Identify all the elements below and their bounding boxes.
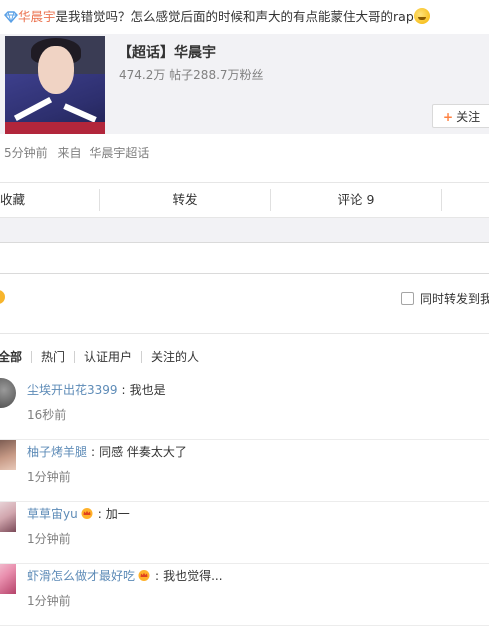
post-body-text: 是我错觉吗？怎么感觉后面的时候和声大的有点能蒙住大哥的rap xyxy=(55,9,414,24)
avatar[interactable] xyxy=(0,440,16,470)
comment-text: 加一 xyxy=(105,507,130,521)
comment-time: 1分钟前 xyxy=(27,470,71,484)
post-time: 5分钟前 xyxy=(4,146,48,160)
comment-item: 柚子烤羊腿: 同感 伴奏太大了 1分钟前 xyxy=(0,440,489,502)
member-crown-icon xyxy=(138,570,150,581)
avatar[interactable] xyxy=(0,502,16,532)
weibo-post-page: 华晨宇是我错觉吗？怎么感觉后面的时候和声大的有点能蒙住大哥的rap 【超话】华晨… xyxy=(0,0,489,628)
forward-option[interactable]: 同时转发到我 xyxy=(401,290,489,307)
comment-text: 我也是 xyxy=(129,383,166,397)
member-crown-icon xyxy=(81,508,93,519)
comment-time: 1分钟前 xyxy=(27,594,71,608)
comment-username[interactable]: 柚子烤羊腿 xyxy=(27,445,87,459)
post-meta: 5分钟前 来自 华晨宇超话 xyxy=(4,144,149,161)
comment-text: 同感 伴奏太大了 xyxy=(99,445,187,459)
post-author-link[interactable]: 华晨宇 xyxy=(18,9,56,24)
filter-all[interactable]: 全部 xyxy=(0,348,22,365)
comment-filter-tabs: 全部 热门 认证用户 关注的人 xyxy=(0,348,199,365)
comment-time: 16秒前 xyxy=(27,408,67,422)
comment-username[interactable]: 草草宙yu xyxy=(27,507,78,521)
super-topic-diamond-icon xyxy=(4,11,18,23)
repost-button[interactable]: 转发 xyxy=(100,183,270,217)
section-spacer xyxy=(0,218,489,242)
post-action-bar: 收藏 转发 评论 9 xyxy=(0,182,489,218)
topic-cover-image[interactable] xyxy=(5,36,105,134)
comment-text: 我也觉得... xyxy=(163,569,223,583)
post-text-line: 华晨宇是我错觉吗？怎么感觉后面的时候和声大的有点能蒙住大哥的rap xyxy=(4,6,430,28)
comment-time: 1分钟前 xyxy=(27,532,71,546)
comment-input[interactable] xyxy=(0,242,489,274)
comment-username[interactable]: 虾滑怎么做才最好吃 xyxy=(27,569,135,583)
topic-stats: 474.2万 帖子288.7万粉丝 xyxy=(119,68,264,82)
follow-label: 关注 xyxy=(456,110,481,124)
avatar[interactable] xyxy=(0,378,16,408)
filter-following[interactable]: 关注的人 xyxy=(151,348,199,365)
laughing-emoji-icon xyxy=(413,8,430,24)
plus-icon: + xyxy=(443,110,454,124)
comment-button[interactable]: 评论 9 xyxy=(271,183,441,217)
follow-button[interactable]: + 关注 xyxy=(432,104,489,128)
super-topic-card[interactable]: 【超话】华晨宇 474.2万 帖子288.7万粉丝 + 关注 xyxy=(0,34,489,134)
comment-item: 草草宙yu: 加一 1分钟前 xyxy=(0,502,489,564)
comment-item: 尘埃开出花3399: 我也是 16秒前 xyxy=(0,378,489,440)
filter-hot[interactable]: 热门 xyxy=(41,348,65,365)
favorite-button[interactable]: 收藏 xyxy=(0,183,30,217)
comment-item: 虾滑怎么做才最好吃: 我也觉得... 1分钟前 xyxy=(0,564,489,626)
post-from-label: 来自 xyxy=(57,146,82,160)
forward-checkbox[interactable] xyxy=(401,292,414,305)
post-source-link[interactable]: 华晨宇超话 xyxy=(89,146,149,160)
emoji-picker-icon[interactable] xyxy=(0,290,5,304)
avatar[interactable] xyxy=(0,564,16,594)
comment-username[interactable]: 尘埃开出花3399 xyxy=(27,383,118,397)
topic-title[interactable]: 【超话】华晨宇 xyxy=(118,42,216,62)
divider xyxy=(0,333,489,334)
forward-label: 同时转发到我 xyxy=(420,292,489,306)
filter-verified[interactable]: 认证用户 xyxy=(84,348,132,365)
